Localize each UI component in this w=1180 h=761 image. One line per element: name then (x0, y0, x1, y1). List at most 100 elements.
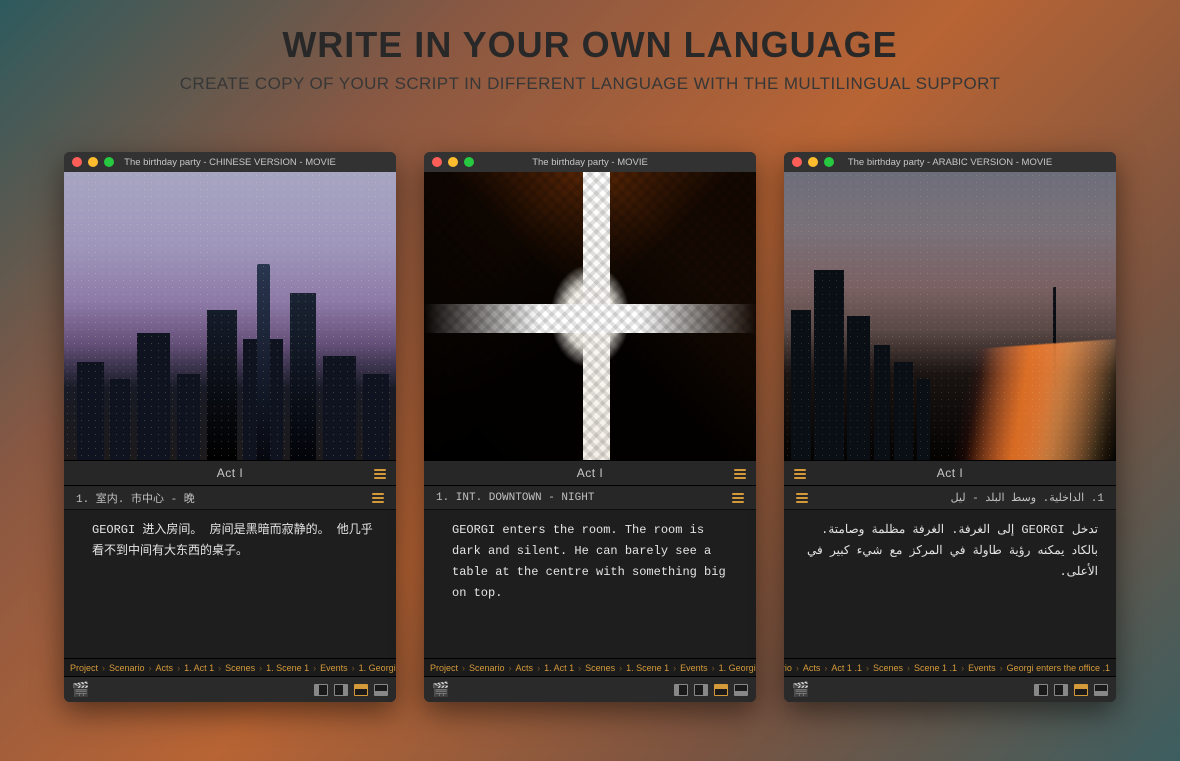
breadcrumb-bar[interactable]: 1. Georgi enters the office ‹ Events ‹ 1. … (784, 658, 1116, 676)
crumb[interactable]: 1. Scene 1 (914, 663, 957, 673)
chevron-right-icon: › (177, 663, 180, 673)
layout-right-panel-button[interactable] (1054, 684, 1068, 696)
app-window-english: The birthday party - MOVIE Act I 1. INT.… (424, 152, 756, 702)
chevron-left-icon: ‹ (1000, 663, 1003, 673)
layout-top-panel-button[interactable] (354, 684, 368, 696)
script-body[interactable]: تدخل GEORGI إلى الغرفة. الغرفة مظلمة وصا… (784, 510, 1116, 658)
crumb[interactable]: Scenes (225, 663, 255, 673)
chevron-right-icon: › (509, 663, 512, 673)
crumb[interactable]: Project (70, 663, 98, 673)
crumb[interactable]: Scenario (469, 663, 505, 673)
traffic-lights (432, 157, 474, 167)
scene-heading: 1. الداخلية. وسط البلد - ليل (808, 491, 1104, 505)
chevron-right-icon: › (712, 663, 715, 673)
window-maximize-button[interactable] (464, 157, 474, 167)
crumb[interactable]: Events (320, 663, 348, 673)
window-minimize-button[interactable] (808, 157, 818, 167)
window-minimize-button[interactable] (448, 157, 458, 167)
scene-heading: 1. INT. DOWNTOWN - NIGHT (436, 492, 732, 504)
list-icon[interactable] (796, 491, 808, 505)
crumb[interactable]: Scenes (873, 663, 903, 673)
chevron-right-icon: › (259, 663, 262, 673)
layout-switcher (314, 684, 388, 696)
breadcrumb-bar[interactable]: Project › Scenario › Acts › 1. Act 1 › Scene… (424, 658, 756, 676)
layout-bottom-panel-button[interactable] (734, 684, 748, 696)
crumb[interactable]: Acts (803, 663, 821, 673)
crumb[interactable]: Events (968, 663, 996, 673)
clapperboard-icon[interactable]: 🎬 (72, 681, 89, 698)
layout-top-panel-button[interactable] (714, 684, 728, 696)
crumb[interactable]: Acts (516, 663, 534, 673)
chevron-left-icon: ‹ (866, 663, 869, 673)
crumb[interactable]: 1. Scene 1 (266, 663, 309, 673)
crumb[interactable]: 1. Scene 1 (626, 663, 669, 673)
breadcrumb-bar[interactable]: Project› Scenario› Acts› 1. Act 1› Scene… (64, 658, 396, 676)
chevron-right-icon: › (313, 663, 316, 673)
list-icon[interactable] (794, 467, 806, 481)
titlebar[interactable]: The birthday party - CHINESE VERSION - M… (64, 152, 396, 172)
crumb[interactable]: Scenario (784, 663, 792, 673)
traffic-lights (72, 157, 114, 167)
clapperboard-icon[interactable]: 🎬 (432, 681, 449, 698)
crumb[interactable]: 1. Georgi enters the office (719, 663, 756, 673)
list-icon[interactable] (732, 491, 744, 505)
layout-left-panel-button[interactable] (314, 684, 328, 696)
chevron-right-icon: › (352, 663, 355, 673)
scene-image (784, 172, 1116, 460)
crumb[interactable]: 1. Act 1 (831, 663, 862, 673)
list-icon[interactable] (372, 491, 384, 505)
scene-heading-row[interactable]: 1. الداخلية. وسط البلد - ليل (784, 486, 1116, 510)
chevron-right-icon: › (218, 663, 221, 673)
chevron-right-icon: › (673, 663, 676, 673)
scene-heading: 1. 室内. 市中心 - 晚 (76, 490, 372, 506)
crumb[interactable]: Scenes (585, 663, 615, 673)
act-label: Act I (937, 466, 964, 480)
windows-row: The birthday party - CHINESE VERSION - M… (0, 152, 1180, 702)
crumb[interactable]: 1. Georgi enters the office (359, 663, 396, 673)
layout-switcher (1034, 684, 1108, 696)
crumb[interactable]: Events (680, 663, 708, 673)
crumb[interactable]: Project (430, 663, 458, 673)
crumb[interactable]: 1. Act 1 (544, 663, 574, 673)
titlebar[interactable]: The birthday party - MOVIE (424, 152, 756, 172)
window-maximize-button[interactable] (824, 157, 834, 167)
list-icon[interactable] (374, 467, 386, 481)
layout-bottom-panel-button[interactable] (374, 684, 388, 696)
act-label: Act I (217, 466, 244, 480)
layout-right-panel-button[interactable] (334, 684, 348, 696)
crumb[interactable]: 1. Act 1 (184, 663, 214, 673)
bottom-toolbar: 🎬 (424, 676, 756, 702)
scene-heading-row[interactable]: 1. 室内. 市中心 - 晚 (64, 486, 396, 510)
chevron-right-icon: › (619, 663, 622, 673)
layout-left-panel-button[interactable] (1034, 684, 1048, 696)
layout-switcher (674, 684, 748, 696)
crumb[interactable]: Scenario (109, 663, 145, 673)
titlebar[interactable]: The birthday party - ARABIC VERSION - MO… (784, 152, 1116, 172)
layout-bottom-panel-button[interactable] (1094, 684, 1108, 696)
hero-title: WRITE IN YOUR OWN LANGUAGE (0, 24, 1180, 66)
window-close-button[interactable] (72, 157, 82, 167)
script-body[interactable]: GEORGI enters the room. The room is dark… (424, 510, 756, 658)
bottom-toolbar: 🎬 (64, 676, 396, 702)
layout-top-panel-button[interactable] (1074, 684, 1088, 696)
clapperboard-icon[interactable]: 🎬 (792, 681, 809, 698)
scene-heading-row[interactable]: 1. INT. DOWNTOWN - NIGHT (424, 486, 756, 510)
chevron-left-icon: ‹ (907, 663, 910, 673)
act-label: Act I (577, 466, 604, 480)
layout-left-panel-button[interactable] (674, 684, 688, 696)
chevron-right-icon: › (578, 663, 581, 673)
window-minimize-button[interactable] (88, 157, 98, 167)
app-window-arabic: The birthday party - ARABIC VERSION - MO… (784, 152, 1116, 702)
window-close-button[interactable] (432, 157, 442, 167)
chevron-right-icon: › (462, 663, 465, 673)
crumb[interactable]: 1. Georgi enters the office (1007, 663, 1110, 673)
script-body[interactable]: GEORGI 进入房间。 房间是黑暗而寂静的。 他几乎看不到中间有大东西的桌子。 (64, 510, 396, 658)
list-icon[interactable] (734, 467, 746, 481)
layout-right-panel-button[interactable] (694, 684, 708, 696)
window-maximize-button[interactable] (104, 157, 114, 167)
act-bar: Act I (424, 460, 756, 486)
chevron-right-icon: › (149, 663, 152, 673)
bottom-toolbar: 🎬 (784, 676, 1116, 702)
window-close-button[interactable] (792, 157, 802, 167)
crumb[interactable]: Acts (156, 663, 174, 673)
